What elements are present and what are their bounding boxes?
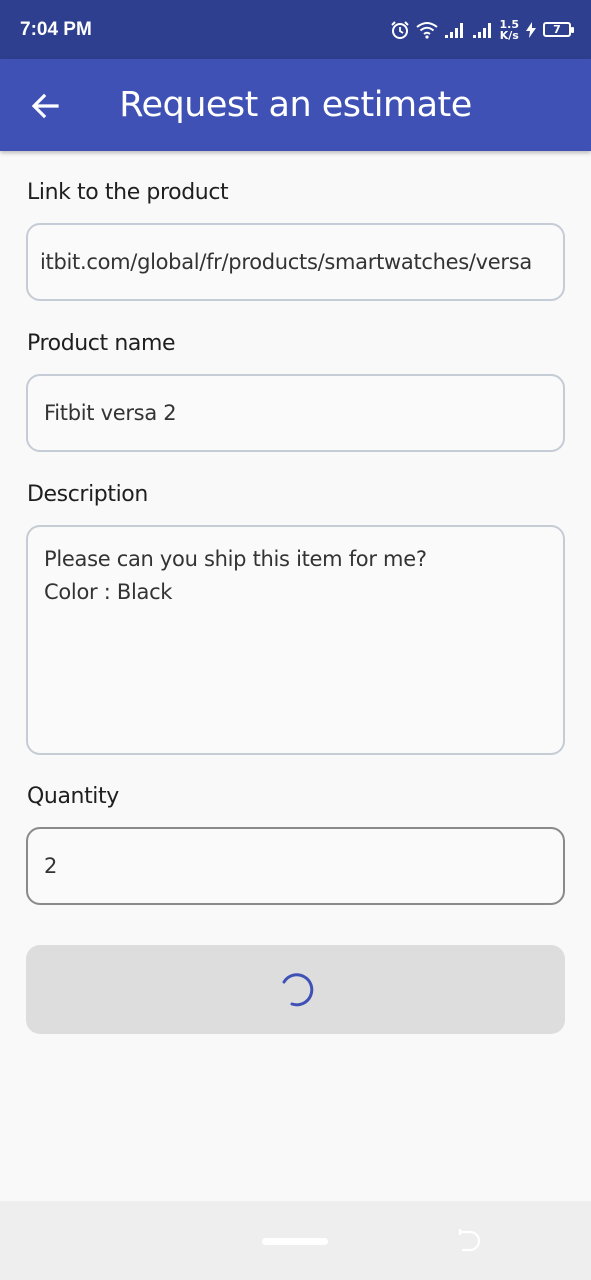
network-speed: 1.5 K/s xyxy=(500,19,520,41)
product-link-value: itbit.com/global/fr/products/smartwatche… xyxy=(40,250,532,274)
signal-icon-2 xyxy=(472,22,491,38)
quantity-value: 2 xyxy=(44,854,58,878)
product-link-input[interactable]: itbit.com/global/fr/products/smartwatche… xyxy=(26,223,565,301)
page-title: Request an estimate xyxy=(119,85,472,125)
description-value: Please can you ship this item for me? Co… xyxy=(44,543,427,609)
product-name-value: Fitbit versa 2 xyxy=(44,401,177,425)
quantity-input[interactable]: 2 xyxy=(26,827,565,905)
system-nav-bar xyxy=(0,1201,591,1280)
network-speed-unit: K/s xyxy=(499,28,519,42)
product-name-input[interactable]: Fitbit versa 2 xyxy=(26,374,565,452)
description-label: Description xyxy=(27,482,148,507)
alarm-icon xyxy=(390,20,409,39)
description-textarea[interactable]: Please can you ship this item for me? Co… xyxy=(26,525,565,755)
arrow-back-icon xyxy=(31,93,59,119)
loading-spinner-icon xyxy=(282,972,313,1006)
battery-icon: 7 xyxy=(543,22,574,37)
battery-level: 7 xyxy=(553,23,561,36)
signal-icon-1 xyxy=(444,22,463,38)
network-speed-value: 1.5 xyxy=(499,17,520,31)
home-gesture-pill[interactable] xyxy=(262,1238,328,1245)
back-button[interactable] xyxy=(20,81,70,131)
description-line: Color : Black xyxy=(44,580,173,604)
description-line: Please can you ship this item for me? xyxy=(44,547,427,571)
nav-back-icon[interactable] xyxy=(454,1226,484,1256)
wifi-icon xyxy=(415,21,438,39)
quantity-label: Quantity xyxy=(27,784,119,809)
product-name-label: Product name xyxy=(27,331,176,356)
status-icons: 1.5 K/s 7 xyxy=(390,19,574,41)
link-label: Link to the product xyxy=(27,180,229,205)
charging-icon xyxy=(526,21,536,38)
submit-button[interactable] xyxy=(26,945,565,1034)
status-bar: 7:04 PM 1.5 K/s 7 xyxy=(0,0,591,59)
app-bar: Request an estimate xyxy=(0,59,591,151)
status-time: 7:04 PM xyxy=(20,18,92,40)
